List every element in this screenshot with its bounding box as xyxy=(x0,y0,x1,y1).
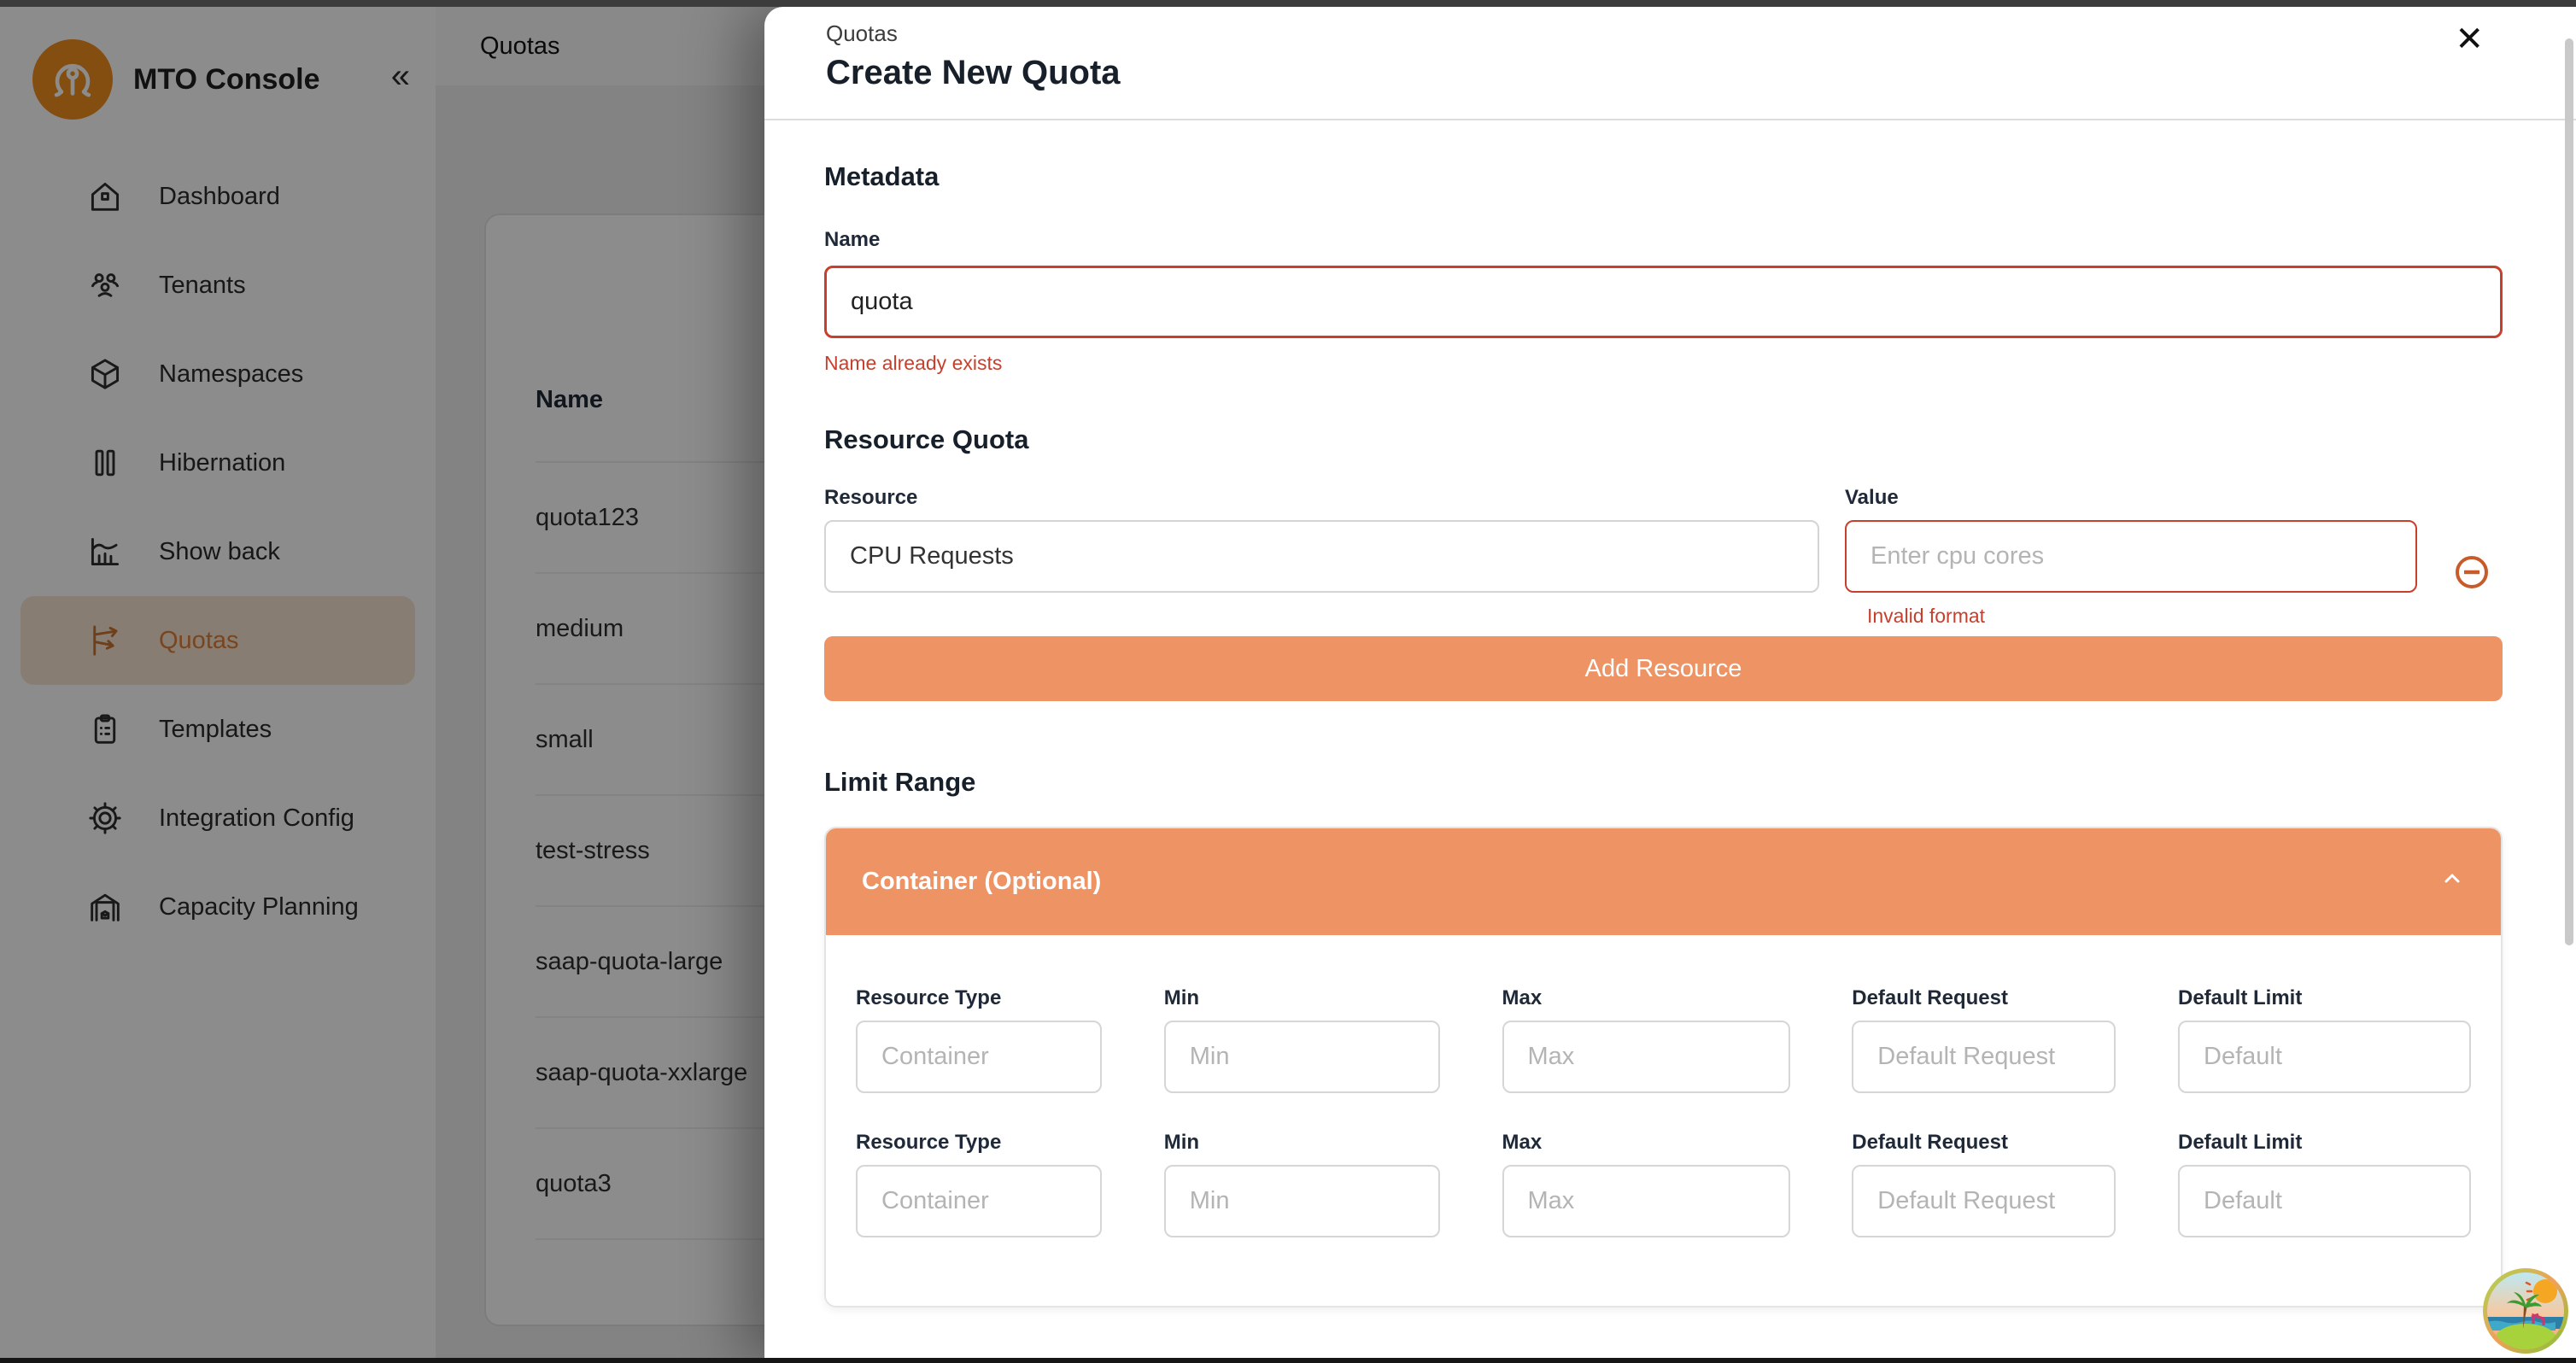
modal-header: Quotas Create New Quota ✕ xyxy=(764,7,2576,120)
chevron-up-icon xyxy=(2439,866,2465,898)
name-error-text: Name already exists xyxy=(824,352,2503,375)
screen: MTO Console « Dashboard xyxy=(0,0,2576,1363)
add-resource-button[interactable]: Add Resource xyxy=(824,636,2503,701)
name-field[interactable] xyxy=(824,266,2503,338)
resource-quota-heading: Resource Quota xyxy=(824,424,2503,455)
default-limit-input[interactable] xyxy=(2178,1165,2471,1237)
container-panel-title: Container (Optional) xyxy=(862,868,1101,896)
max-label: Max xyxy=(1502,986,1790,1010)
max-input[interactable] xyxy=(1502,1165,1790,1237)
default-request-input[interactable] xyxy=(1852,1165,2116,1237)
resource-quota-row: Resource CPU Requests Value Invalid form… xyxy=(824,486,2503,628)
create-quota-modal: Quotas Create New Quota ✕ Metadata Name … xyxy=(764,7,2576,1363)
modal-breadcrumb: Quotas xyxy=(826,20,2576,47)
container-limit-panel: Container (Optional) Resource Type xyxy=(824,827,2503,1307)
window-bottom-edge xyxy=(0,1358,2576,1363)
modal-title: Create New Quota xyxy=(826,54,2576,92)
default-limit-label: Default Limit xyxy=(2178,986,2471,1010)
resource-type-label: Resource Type xyxy=(856,1131,1102,1155)
container-panel-body: Resource Type Min Max Default Reque xyxy=(826,935,2501,1306)
metadata-heading: Metadata xyxy=(824,161,2503,192)
value-label: Value xyxy=(1845,486,2417,510)
max-input[interactable] xyxy=(1502,1021,1790,1093)
value-field[interactable] xyxy=(1845,520,2417,593)
value-error-text: Invalid format xyxy=(1845,605,2417,628)
modal-body: Metadata Name Name already exists Resour… xyxy=(764,161,2576,1363)
modal-scrollbar[interactable] xyxy=(2565,38,2573,945)
limit-range-row: Resource Type Min Max Default Reque xyxy=(856,1131,2471,1237)
default-limit-label: Default Limit xyxy=(2178,1131,2471,1155)
resource-type-input[interactable] xyxy=(856,1021,1102,1093)
window-top-edge xyxy=(0,0,2576,7)
max-label: Max xyxy=(1502,1131,1790,1155)
min-input[interactable] xyxy=(1164,1021,1440,1093)
resource-type-input[interactable] xyxy=(856,1165,1102,1237)
limit-range-row: Resource Type Min Max Default Reque xyxy=(856,986,2471,1093)
limit-range-heading: Limit Range xyxy=(824,767,2503,798)
default-request-label: Default Request xyxy=(1852,1131,2116,1155)
container-panel-header[interactable]: Container (Optional) xyxy=(826,828,2501,935)
default-request-input[interactable] xyxy=(1852,1021,2116,1093)
resource-type-label: Resource Type xyxy=(856,986,1102,1010)
resource-label: Resource xyxy=(824,486,1819,510)
min-input[interactable] xyxy=(1164,1165,1440,1237)
default-request-label: Default Request xyxy=(1852,986,2116,1010)
close-icon[interactable]: ✕ xyxy=(2455,22,2484,56)
default-limit-input[interactable] xyxy=(2178,1021,2471,1093)
beach-sticker-icon[interactable] xyxy=(2480,1266,2571,1356)
resource-select[interactable]: CPU Requests xyxy=(824,520,1819,593)
minus-circle-icon xyxy=(2453,580,2491,594)
remove-resource-button[interactable] xyxy=(2453,553,2491,595)
min-label: Min xyxy=(1164,1131,1440,1155)
name-label: Name xyxy=(824,228,2503,252)
min-label: Min xyxy=(1164,986,1440,1010)
